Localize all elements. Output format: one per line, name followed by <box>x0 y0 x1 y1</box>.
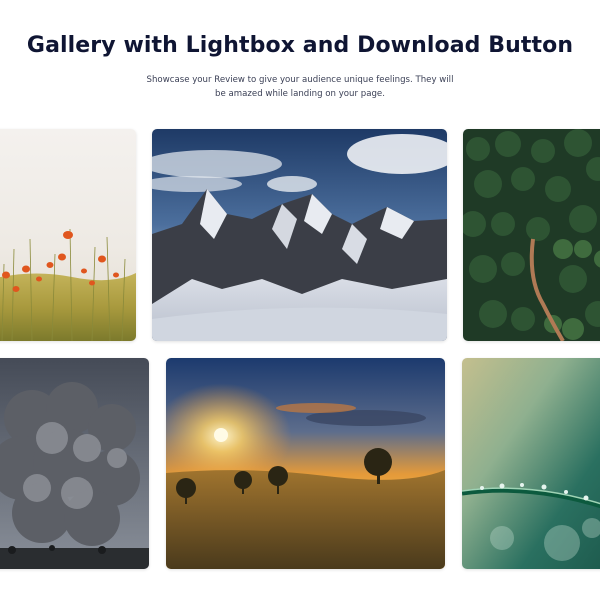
gallery-image-leaf-droplets[interactable] <box>462 358 600 569</box>
smoke-photo <box>0 358 149 569</box>
sunset-photo <box>166 358 445 569</box>
page-title: Gallery with Lightbox and Download Butto… <box>26 33 574 58</box>
gallery-image-poppies[interactable] <box>0 129 136 341</box>
forest-photo <box>463 129 600 341</box>
gallery-image-sunset-meadow[interactable] <box>166 358 445 569</box>
gallery-image-volcano-smoke[interactable] <box>0 358 149 569</box>
leaf-photo <box>462 358 600 569</box>
page-subtitle: Showcase your Review to give your audien… <box>146 75 454 99</box>
mountains-photo <box>152 129 447 341</box>
poppies-photo <box>0 129 136 341</box>
gallery-image-mountains[interactable] <box>152 129 447 341</box>
gallery-image-forest-road[interactable] <box>463 129 600 341</box>
